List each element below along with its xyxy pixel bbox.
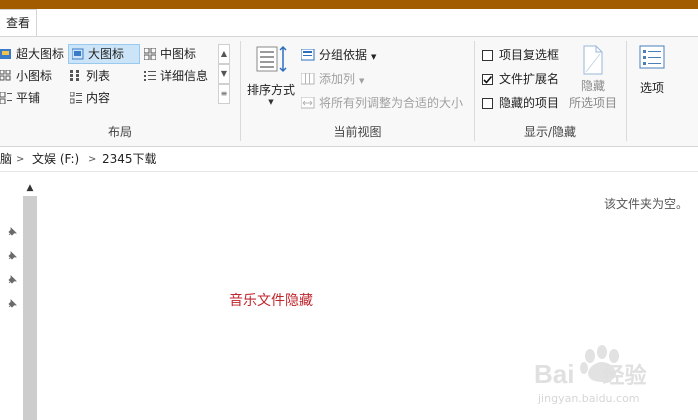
add-column-button[interactable]: 添加列 ▼ [300, 69, 365, 89]
group-by-icon [300, 47, 315, 61]
current-view-group: 排序方式 ▼ 分组依据 ▼ 添加列 ▼ 将所有列调整为合适的大小 当前视图 [241, 37, 474, 146]
ribbon-tab-row: 查看 [0, 9, 698, 37]
list-icon [70, 68, 82, 81]
dropdown-arrow-icon: ▼ [371, 53, 377, 61]
layout-group-label: 布局 [107, 125, 132, 139]
layout-extra-large-icons[interactable]: 超大图标 [0, 44, 64, 64]
breadcrumb-drive[interactable]: 文娱 (F:) [32, 147, 79, 172]
breadcrumb-this-pc[interactable]: 脑 [0, 147, 12, 172]
extra-large-icons-icon [0, 46, 12, 59]
layout-item-label: 大图标 [88, 47, 125, 61]
fit-columns-button[interactable]: 将所有列调整为合适的大小 [300, 93, 464, 113]
pin-icon[interactable] [6, 226, 18, 238]
layout-item-label: 小图标 [16, 69, 53, 83]
layout-item-label: 超大图标 [16, 47, 65, 61]
layout-content[interactable]: 内容 [69, 88, 111, 108]
title-bar [0, 0, 698, 9]
ribbon: 超大图标 大图标 中图标 小图标 列表 详细信息 平铺 内容 ▲ ▼ ≡ 布局 … [0, 36, 698, 147]
sort-by-label: 排序方式 [246, 83, 295, 97]
pin-icon[interactable] [6, 298, 18, 310]
details-icon [144, 68, 156, 81]
fit-columns-icon [300, 95, 315, 109]
layout-gallery-more-button[interactable]: ≡ [218, 84, 230, 104]
pin-icon[interactable] [6, 250, 18, 262]
file-extensions-label: 文件扩展名 [499, 72, 560, 86]
annotation-text: 音乐文件隐藏 [229, 293, 313, 309]
layout-tiles[interactable]: 平铺 [0, 88, 40, 108]
layout-details[interactable]: 详细信息 [144, 66, 208, 86]
pin-icon[interactable] [6, 274, 18, 286]
breadcrumb-folder[interactable]: 2345下载 [102, 147, 157, 172]
hide-selected-label-line2: 所选项目 [568, 96, 617, 110]
hide-selected-icon [567, 45, 619, 75]
small-icons-icon [0, 68, 12, 81]
large-icons-icon [71, 47, 84, 60]
item-checkboxes-toggle[interactable]: 项目复选框 [482, 45, 559, 65]
sort-by-button[interactable]: 排序方式 ▼ [245, 45, 297, 106]
content-icon [69, 90, 82, 104]
options-label: 选项 [639, 81, 664, 95]
dropdown-arrow-icon: ▼ [359, 77, 365, 85]
layout-item-label: 中图标 [160, 47, 197, 61]
watermark-brand-suffix: 经验 [602, 363, 647, 388]
options-icon [632, 45, 672, 75]
add-column-label: 添加列 [319, 72, 356, 86]
group-by-button[interactable]: 分组依据 ▼ [300, 45, 377, 65]
watermark-brand: Bai [534, 359, 575, 389]
layout-small-icons[interactable]: 小图标 [0, 66, 52, 86]
hidden-items-checkbox[interactable] [482, 98, 493, 109]
baidu-watermark: Bai 经验 jingyan.baidu.com [530, 340, 690, 410]
file-extensions-checkbox[interactable] [482, 74, 493, 85]
hide-selected-button[interactable]: 隐藏 所选项目 [567, 45, 619, 111]
medium-icons-icon [143, 46, 157, 61]
layout-gallery-up-button[interactable]: ▲ [218, 44, 230, 64]
options-button[interactable]: 选项 [632, 45, 672, 96]
hidden-items-label: 隐藏的项目 [499, 96, 560, 110]
hide-selected-label-line1: 隐藏 [580, 79, 605, 93]
layout-item-label: 详细信息 [160, 69, 209, 83]
group-separator [626, 41, 627, 141]
layout-medium-icons[interactable]: 中图标 [143, 44, 197, 64]
add-column-icon [300, 71, 315, 85]
scroll-up-button[interactable]: ▲ [23, 180, 37, 196]
layout-item-label: 内容 [86, 91, 111, 105]
address-bar[interactable]: 脑 > 文娱 (F:) > 2345下载 [0, 147, 698, 172]
sort-by-icon [245, 45, 297, 75]
item-checkboxes-label: 项目复选框 [499, 48, 560, 62]
show-hide-group-label: 显示/隐藏 [523, 125, 577, 139]
layout-item-label: 平铺 [16, 91, 41, 105]
layout-group: 超大图标 大图标 中图标 小图标 列表 详细信息 平铺 内容 ▲ ▼ ≡ 布局 [0, 37, 240, 146]
item-checkboxes-checkbox[interactable] [482, 50, 493, 61]
current-view-group-label: 当前视图 [333, 125, 382, 139]
hidden-items-toggle[interactable]: 隐藏的项目 [482, 93, 559, 113]
file-extensions-toggle[interactable]: 文件扩展名 [482, 69, 559, 89]
nav-scrollbar-thumb[interactable] [23, 196, 37, 420]
check-icon [483, 75, 493, 84]
tab-view[interactable]: 查看 [0, 9, 37, 37]
layout-large-icons[interactable]: 大图标 [68, 44, 140, 64]
breadcrumb-chevron-icon[interactable]: > [16, 147, 24, 172]
fit-columns-label: 将所有列调整为合适的大小 [319, 96, 464, 110]
watermark-url: jingyan.baidu.com [538, 392, 640, 405]
group-by-label: 分组依据 [319, 48, 368, 62]
layout-gallery-down-button[interactable]: ▼ [218, 64, 230, 84]
layout-list[interactable]: 列表 [70, 66, 110, 86]
show-hide-group: 项目复选框 文件扩展名 隐藏的项目 隐藏 所选项目 显示/隐藏 [475, 37, 625, 146]
tiles-icon [0, 90, 12, 105]
empty-folder-message: 该文件夹为空。 [603, 197, 688, 211]
chevron-down-icon: ▼ [268, 98, 274, 106]
breadcrumb-chevron-icon[interactable]: > [88, 147, 96, 172]
layout-item-label: 列表 [86, 69, 111, 83]
